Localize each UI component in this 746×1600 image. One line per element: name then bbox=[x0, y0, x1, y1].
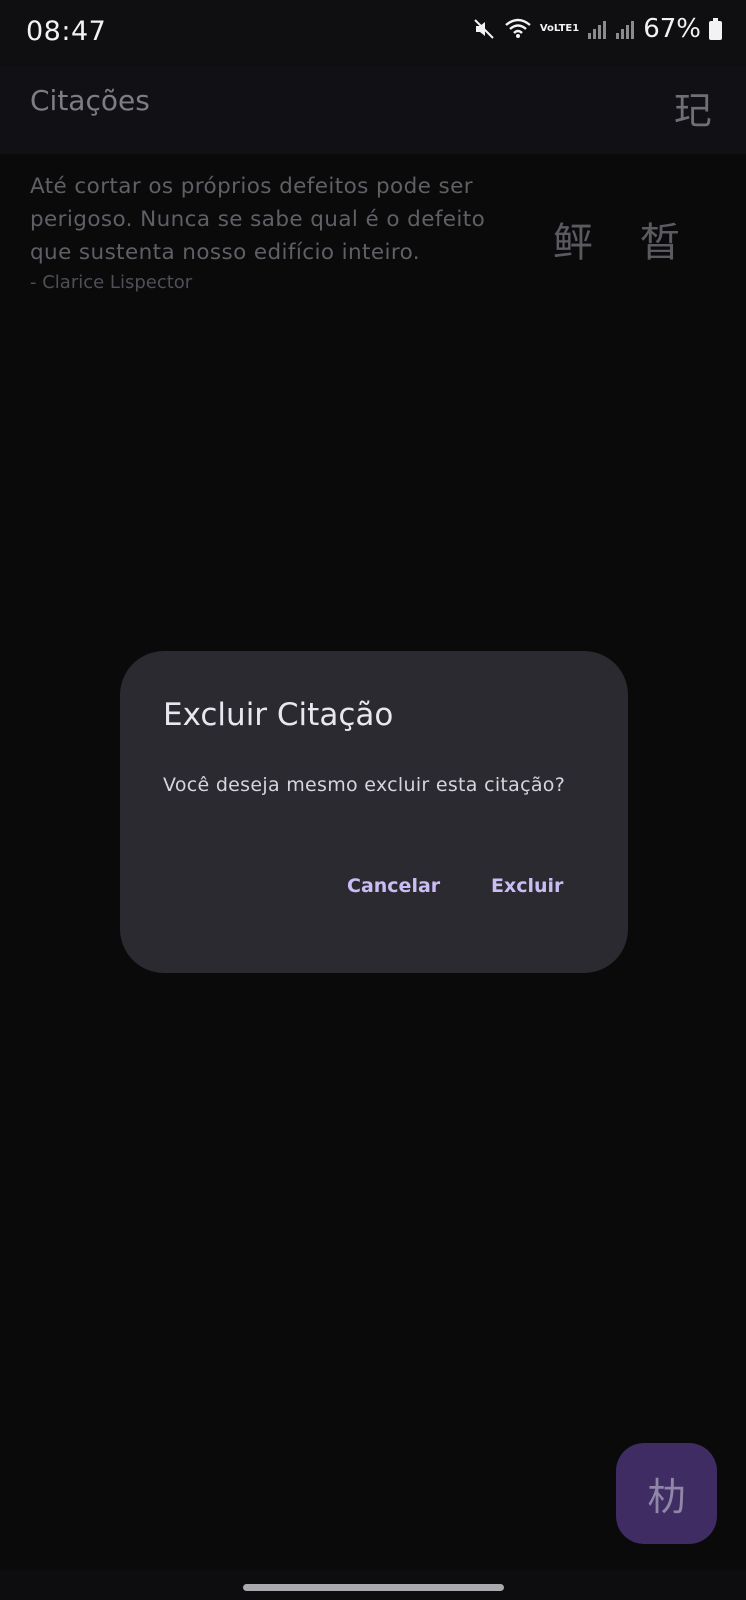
delete-button[interactable]: Excluir bbox=[483, 869, 571, 903]
cancel-button[interactable]: Cancelar bbox=[339, 869, 448, 903]
status-icons: VoLTE1 67% bbox=[472, 14, 722, 44]
volte-icon: VoLTE1 bbox=[539, 23, 580, 34]
battery-percentage: 67% bbox=[643, 14, 701, 44]
add-quote-button[interactable]: 朸 bbox=[616, 1443, 717, 1544]
status-time: 08:47 bbox=[26, 16, 107, 47]
delete-dialog: Excluir Citação Você deseja mesmo exclui… bbox=[120, 651, 628, 973]
dialog-message: Você deseja mesmo excluir esta citação? bbox=[163, 774, 566, 796]
home-handle[interactable] bbox=[243, 1584, 504, 1591]
quote-author: - Clarice Lispector bbox=[30, 272, 193, 293]
list-item[interactable]: Até cortar os próprios defeitos pode ser… bbox=[0, 154, 746, 304]
quote-text: Até cortar os próprios defeitos pode ser… bbox=[30, 174, 486, 265]
status-bar: 08:47 VoLTE1 67% bbox=[0, 0, 746, 66]
quote-action-icon[interactable]: 晳 bbox=[640, 210, 680, 268]
battery-icon bbox=[709, 18, 722, 40]
navigation-bar bbox=[0, 1570, 746, 1600]
signal-icon bbox=[615, 18, 635, 40]
quote-action-icon[interactable]: 鲆 bbox=[553, 210, 593, 268]
wifi-icon bbox=[504, 18, 532, 40]
app-bar: Citações 玘 bbox=[0, 66, 746, 154]
signal-icon bbox=[587, 18, 607, 40]
dialog-title: Excluir Citação bbox=[163, 697, 394, 733]
page-title: Citações bbox=[30, 84, 150, 117]
mute-icon bbox=[472, 17, 496, 41]
app-bar-action-icon[interactable]: 玘 bbox=[674, 80, 712, 135]
screen: 08:47 VoLTE1 67% Citações 玘 Até cortar o… bbox=[0, 0, 746, 1600]
fab-icon: 朸 bbox=[647, 1475, 686, 1519]
